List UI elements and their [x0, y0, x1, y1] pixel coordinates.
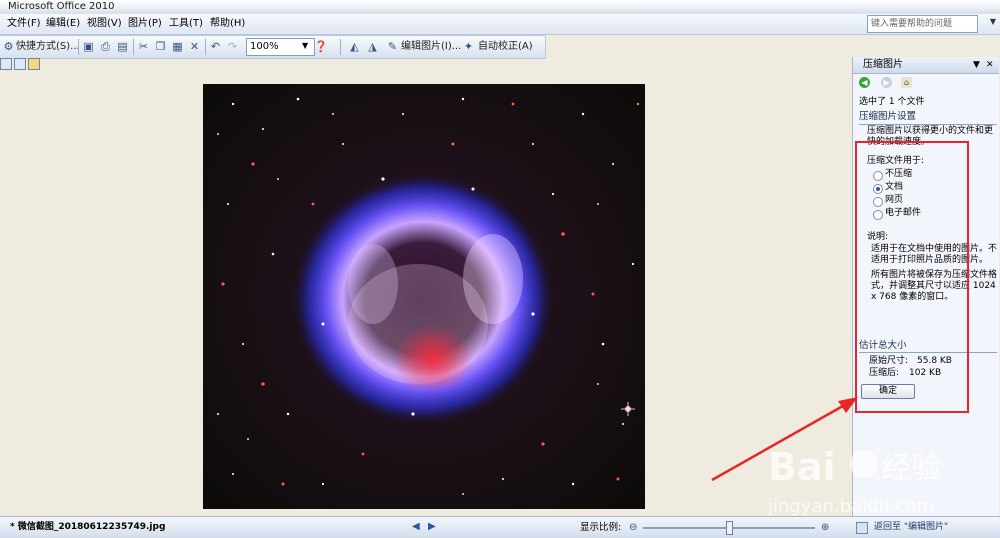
svg-text:经验: 经验: [881, 451, 941, 486]
zoom-slider-thumb[interactable]: [726, 521, 733, 535]
previous-picture-icon[interactable]: ◀: [412, 521, 420, 533]
next-picture-icon[interactable]: ▶: [428, 521, 436, 533]
return-to-edit-link[interactable]: 返回至 "编辑图片": [856, 521, 948, 534]
status-file-name: * 微信截图_20180612235749.jpg: [10, 522, 166, 532]
return-to-edit-label: 返回至 "编辑图片": [874, 522, 949, 532]
edit-picture-icon: [856, 522, 868, 534]
status-bar: * 微信截图_20180612235749.jpg ◀ ▶ 显示比例: ⊖ ⊕ …: [0, 516, 1000, 538]
svg-text:Bai: Bai: [768, 445, 836, 489]
baidu-jingyan-watermark: Bai 经验 jingyan.baidu.com: [768, 445, 941, 517]
svg-text:jingyan.baidu.com: jingyan.baidu.com: [768, 496, 934, 517]
zoom-in-icon[interactable]: ⊕: [821, 521, 829, 534]
zoom-label: 显示比例:: [580, 522, 622, 533]
zoom-out-icon[interactable]: ⊖: [629, 521, 637, 534]
